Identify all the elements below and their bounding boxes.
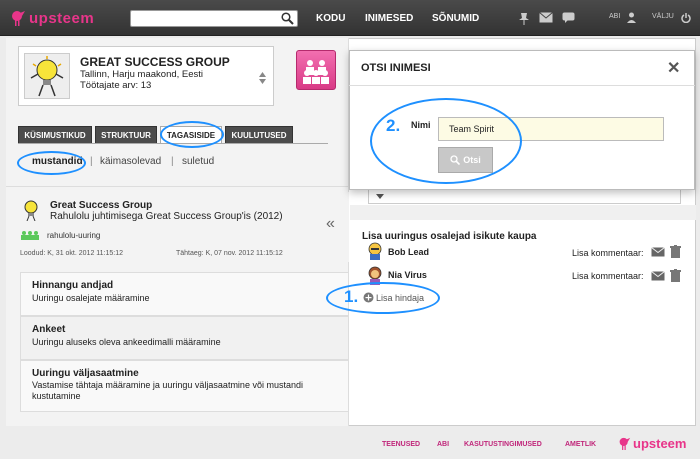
lightbulb-small-icon xyxy=(24,200,38,221)
search-input[interactable] xyxy=(130,10,298,27)
pin-icon[interactable] xyxy=(518,12,530,25)
survey-tag[interactable]: rahulolu-uuring xyxy=(47,231,100,240)
help-link[interactable]: ABI xyxy=(609,13,620,20)
section-title: Ankeet xyxy=(32,324,66,335)
highlight-oval-tab xyxy=(160,121,224,148)
footer-logo[interactable]: upsteem xyxy=(618,436,686,451)
user-icon[interactable] xyxy=(626,12,637,23)
employee-count: Töötajate arv: 13 xyxy=(80,80,152,91)
close-icon[interactable]: ✕ xyxy=(667,58,680,78)
person-name: Bob Lead xyxy=(388,247,430,257)
avatar xyxy=(368,242,382,260)
footer-logo-text: upsteem xyxy=(633,436,687,451)
mail-icon[interactable] xyxy=(651,271,665,281)
bird-logo-icon xyxy=(619,437,631,450)
highlight-oval-drafts xyxy=(17,151,86,175)
highlight-oval-add-rater xyxy=(326,282,440,314)
section-title: Hinnangu andjad xyxy=(32,280,114,291)
add-comment-label: Lisa kommentaar: xyxy=(572,248,644,258)
trash-icon[interactable] xyxy=(670,269,681,282)
section-desc: Uuringu aluseks oleva ankeedimalli määra… xyxy=(32,337,221,347)
participants-heading: Lisa uuringus osalejad isikute kaupa xyxy=(362,231,537,242)
logo-text: upsteem xyxy=(29,9,95,27)
collapse-button[interactable]: « xyxy=(326,215,335,233)
section-title: Uuringu väljasaatmine xyxy=(32,368,139,379)
highlight-oval-modal xyxy=(370,98,522,184)
sort-arrows-icon[interactable] xyxy=(259,72,266,84)
person-name: Nia Virus xyxy=(388,270,427,280)
company-location: Tallinn, Harju maakond, Eesti xyxy=(80,69,204,80)
tab-structure[interactable]: STRUKTUUR xyxy=(95,126,157,144)
tab-questionnaires[interactable]: KÜSIMUSTIKUD xyxy=(18,126,92,144)
trash-icon[interactable] xyxy=(670,245,681,258)
section-sending[interactable]: Uuringu väljasaatmine Vastamise tähtaja … xyxy=(20,360,349,412)
mail-icon[interactable] xyxy=(539,12,553,23)
section-questionnaire[interactable]: Ankeet Uuringu aluseks oleva ankeedimall… xyxy=(20,316,349,360)
dropdown-remnant[interactable] xyxy=(368,190,681,204)
survey-created: Loodud: K, 31 okt. 2012 11:15:12 xyxy=(20,250,124,257)
top-bar xyxy=(0,0,700,36)
nav-messages[interactable]: SÕNUMID xyxy=(432,13,479,24)
chat-icon[interactable] xyxy=(562,12,575,24)
survey-org: Great Success Group xyxy=(50,200,153,211)
modal-title: OTSI INIMESI xyxy=(361,62,431,74)
filter-strip xyxy=(350,205,696,220)
survey-deadline: Tähtaeg: K, 07 nov. 2012 11:15:12 xyxy=(176,250,283,257)
add-comment-label: Lisa kommentaar: xyxy=(572,271,644,281)
section-raters[interactable]: Hinnangu andjad Uuringu osalejate määram… xyxy=(20,272,349,316)
bird-logo-icon xyxy=(12,11,25,26)
people-icon xyxy=(21,231,39,240)
divider xyxy=(6,186,349,187)
section-desc: Vastamise tähtaja määramine ja uuringu v… xyxy=(32,380,303,401)
mail-icon[interactable] xyxy=(651,247,665,257)
group-button[interactable] xyxy=(296,50,336,90)
company-avatar xyxy=(24,53,70,99)
power-icon[interactable] xyxy=(681,13,691,23)
logout-link[interactable]: VÄLJU xyxy=(652,13,674,20)
company-name: GREAT SUCCESS GROUP xyxy=(80,55,230,69)
survey-title[interactable]: Rahulolu juhtimisega Great Success Group… xyxy=(50,211,283,222)
footer-link-help[interactable]: ABI xyxy=(437,441,449,448)
nav-people[interactable]: INIMESED xyxy=(365,13,413,24)
chevron-down-icon xyxy=(376,194,384,199)
subtab-closed[interactable]: suletud xyxy=(182,156,214,167)
subtab-separator: | xyxy=(90,156,93,167)
footer-link-official[interactable]: AMETLIK xyxy=(565,441,596,448)
subtab-separator: | xyxy=(171,156,174,167)
group-icon xyxy=(303,60,329,84)
search-icon[interactable] xyxy=(281,12,294,25)
footer-link-services[interactable]: TEENUSED xyxy=(382,441,420,448)
logo[interactable]: upsteem xyxy=(10,8,94,28)
tab-announcements[interactable]: KUULUTUSED xyxy=(225,126,293,144)
subtab-ongoing[interactable]: käimasolevad xyxy=(100,156,161,167)
nav-home[interactable]: KODU xyxy=(316,13,345,24)
footer-link-terms[interactable]: KASUTUSTINGIMUSED xyxy=(464,441,542,448)
section-desc: Uuringu osalejate määramine xyxy=(32,293,150,303)
lightbulb-mascot-icon xyxy=(30,56,64,97)
